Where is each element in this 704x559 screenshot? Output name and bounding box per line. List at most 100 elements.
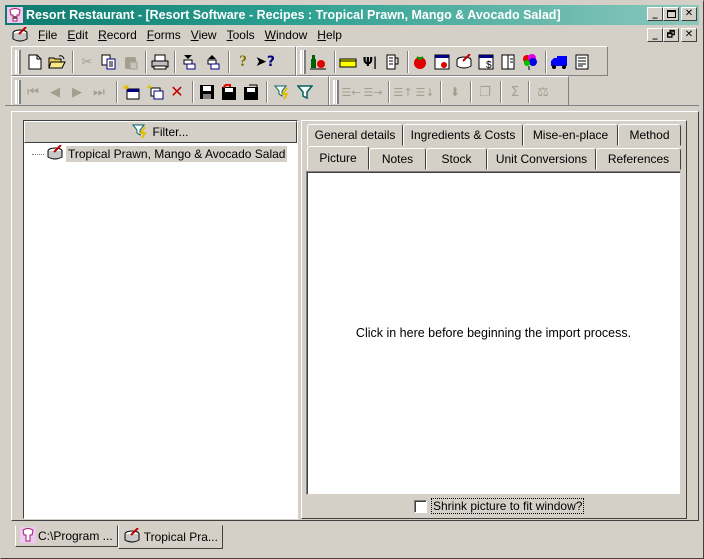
cut-icon[interactable]: ✂ xyxy=(78,53,96,71)
next-record-icon[interactable]: ▶ xyxy=(68,83,86,101)
toolbar-separator xyxy=(334,51,336,73)
new-document-icon[interactable] xyxy=(26,53,44,71)
tab-label: Notes xyxy=(381,152,414,166)
filter-button[interactable]: Filter... xyxy=(24,121,297,143)
cost-sheet-icon[interactable]: $ xyxy=(477,53,495,71)
save-as-icon[interactable] xyxy=(242,83,260,101)
close-button[interactable]: ✕ xyxy=(681,7,697,21)
menu-window-accel: W xyxy=(264,28,276,42)
print-icon[interactable] xyxy=(151,53,169,71)
delivery-truck-icon[interactable] xyxy=(550,53,568,71)
indent-left-icon[interactable]: ☰← xyxy=(341,83,360,101)
recipe-pot-icon xyxy=(46,143,64,164)
tab-mise-en-place[interactable]: Mise-en-place xyxy=(523,124,618,146)
tab-general-details[interactable]: General details xyxy=(307,124,403,146)
toolbar-separator xyxy=(407,51,409,73)
copy-icon[interactable] xyxy=(100,53,118,71)
menu-help[interactable]: Help xyxy=(312,28,347,42)
tab-notes[interactable]: Notes xyxy=(369,148,426,170)
minimize-icon: _ xyxy=(652,8,658,19)
menu-forms[interactable]: Forms xyxy=(142,28,186,42)
indent-right-icon[interactable]: ☰→ xyxy=(363,83,382,101)
window-cascade-icon[interactable]: ❐ xyxy=(476,83,494,101)
tab-stock[interactable]: Stock xyxy=(426,148,487,170)
toolbar-grip[interactable] xyxy=(15,50,21,74)
shrink-picture-checkbox[interactable] xyxy=(414,499,427,513)
menu-view[interactable]: View xyxy=(186,28,222,42)
toolbar-grip[interactable] xyxy=(333,80,339,104)
menu-tools[interactable]: Tools xyxy=(222,28,260,42)
menu-help-accel: H xyxy=(317,28,326,42)
menu-help-rest: elp xyxy=(325,28,342,42)
new-record-icon[interactable] xyxy=(122,83,140,101)
picture-area[interactable]: Click in here before beginning the impor… xyxy=(306,171,681,495)
tab-picture[interactable]: Picture xyxy=(307,146,369,170)
minimize-button[interactable]: _ xyxy=(647,7,663,21)
ingredient-list-icon[interactable] xyxy=(433,53,451,71)
move-down-icon[interactable] xyxy=(180,53,198,71)
tab-label: References xyxy=(607,152,670,166)
sum-icon[interactable]: Σ xyxy=(506,83,524,101)
menu-record-rest: ecord xyxy=(106,28,137,42)
open-folder-icon[interactable] xyxy=(48,53,66,71)
recipe-pot-icon[interactable] xyxy=(455,53,473,71)
scale-icon[interactable]: ⚖ xyxy=(534,83,552,101)
tomato-icon[interactable] xyxy=(411,53,429,71)
tab-label: Stock xyxy=(441,152,472,166)
menu-view-rest: iew xyxy=(198,28,217,42)
move-up-icon[interactable] xyxy=(204,53,222,71)
tab-references[interactable]: References xyxy=(596,148,681,170)
menu-window[interactable]: Window xyxy=(260,28,313,42)
menu-edit[interactable]: Edit xyxy=(62,28,93,42)
toolbar-grip[interactable] xyxy=(300,50,306,74)
tab-method[interactable]: Method xyxy=(618,124,681,146)
cheese-icon[interactable] xyxy=(339,53,357,71)
undo-save-icon[interactable] xyxy=(220,83,238,101)
tab-unit-conversions[interactable]: Unit Conversions xyxy=(487,148,596,170)
mdi-close-button[interactable]: ✕ xyxy=(681,28,697,42)
toolbar-separator xyxy=(500,81,502,103)
mdi-minimize-button[interactable]: _ xyxy=(647,28,663,42)
svg-text:$: $ xyxy=(486,60,492,70)
shrink-picture-option[interactable]: Shrink picture to fit window? xyxy=(414,498,585,514)
import-icon[interactable]: ⬇ xyxy=(446,83,464,101)
tab-label: Mise-en-place xyxy=(532,128,609,142)
delete-record-icon[interactable]: ✕ xyxy=(168,83,186,101)
move-item-up-icon[interactable]: ☰↑ xyxy=(393,83,412,101)
quick-filter-icon[interactable] xyxy=(274,83,292,101)
whats-this-help-icon[interactable]: ➤? xyxy=(255,53,275,71)
resort-app-icon xyxy=(20,526,36,546)
menu-file-rest: ile xyxy=(45,28,58,42)
paste-icon[interactable] xyxy=(122,53,140,71)
report-icon[interactable] xyxy=(573,53,591,71)
tree-item[interactable]: Tropical Prawn, Mango & Avocado Salad xyxy=(32,143,288,164)
menu-bar: File Edit Record Forms View Tools Window… xyxy=(5,25,699,45)
recipe-document-icon[interactable] xyxy=(11,26,29,43)
menu-file[interactable]: File xyxy=(33,28,62,42)
mdi-restore-button[interactable]: 🗗 xyxy=(663,28,679,42)
move-item-down-icon[interactable]: ☰↓ xyxy=(415,83,434,101)
window-tab-program[interactable]: C:\Program ... xyxy=(15,525,118,547)
duplicate-record-icon[interactable] xyxy=(146,83,164,101)
toolbar-grip[interactable] xyxy=(15,80,21,104)
previous-record-icon[interactable]: ◀ xyxy=(46,83,64,101)
tab-ingredients-costs[interactable]: Ingredients & Costs xyxy=(403,124,523,146)
shrink-picture-label: Shrink picture to fit window? xyxy=(431,498,585,514)
last-record-icon[interactable]: ⏭ xyxy=(90,83,108,101)
balloons-icon[interactable] xyxy=(521,53,539,71)
measuring-jug-icon[interactable] xyxy=(383,53,401,71)
wine-tomato-icon[interactable] xyxy=(309,53,327,71)
save-icon[interactable] xyxy=(198,83,216,101)
filter-icon[interactable] xyxy=(296,83,314,101)
menu-book-icon[interactable] xyxy=(499,53,517,71)
maximize-button[interactable] xyxy=(663,7,679,21)
toolbar-separator xyxy=(266,81,268,103)
window-tab-recipe[interactable]: Tropical Pra... xyxy=(117,525,223,549)
cutlery-icon[interactable]: Ψ| xyxy=(361,53,379,71)
window-tab-bar: C:\Program ... Tropical Pra... xyxy=(15,525,223,549)
window-title: Resort Restaurant - [Resort Software - R… xyxy=(26,8,561,22)
menu-record[interactable]: Record xyxy=(93,28,142,42)
toolbar-separator xyxy=(470,81,472,103)
first-record-icon[interactable]: ⏮ xyxy=(24,83,42,101)
help-icon[interactable]: ? xyxy=(234,53,252,71)
